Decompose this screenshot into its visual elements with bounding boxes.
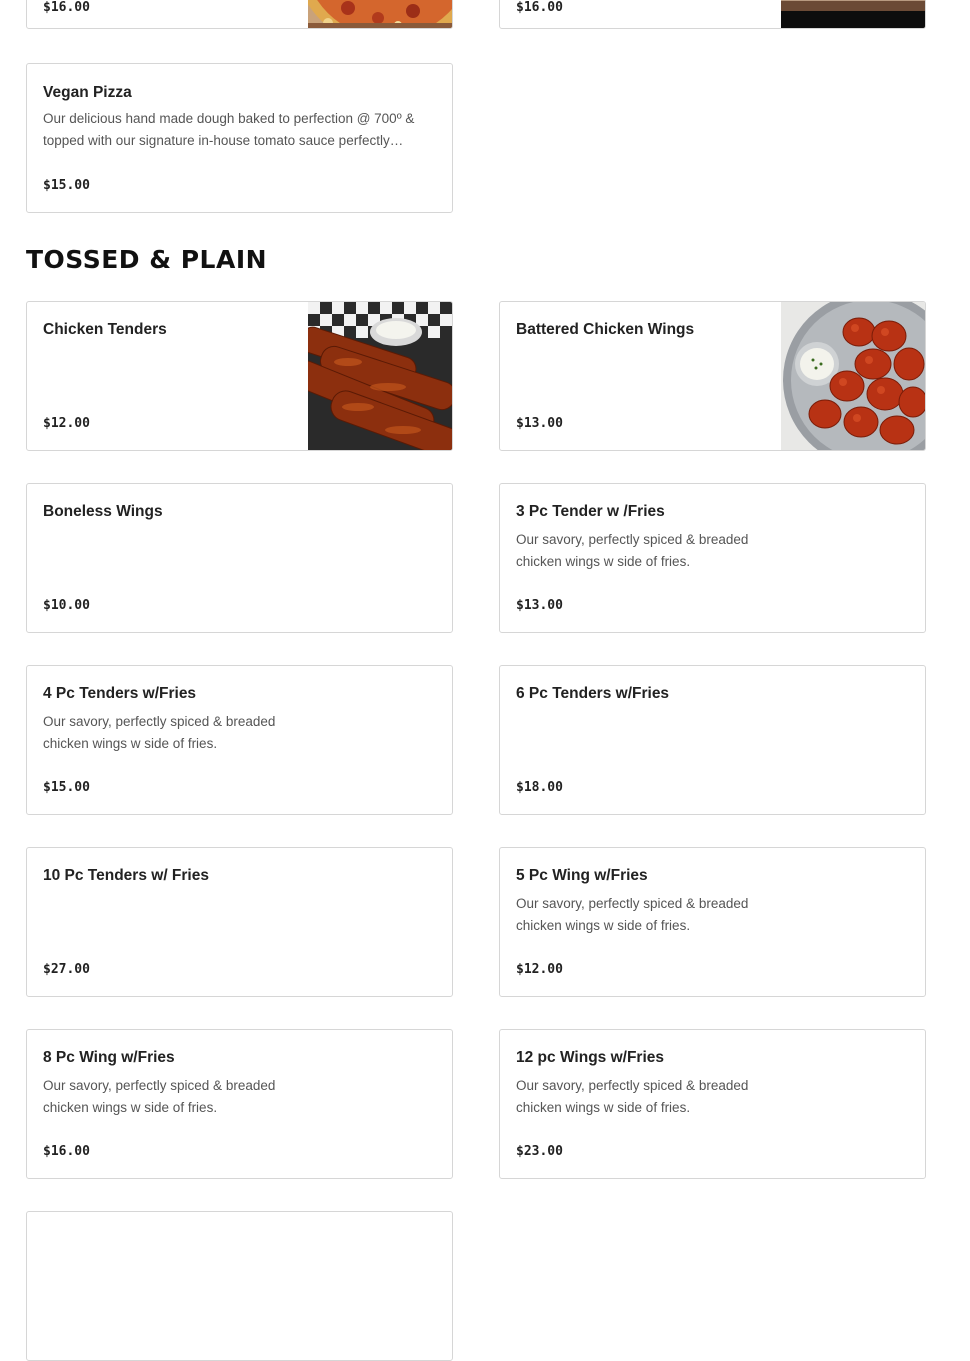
menu-item-card[interactable]: 3 Pc Tender w /Fries Our savory, perfect… — [499, 483, 926, 633]
item-name: 8 Pc Wing w/Fries — [43, 1049, 175, 1066]
pizza-photo — [781, 0, 925, 28]
item-price: $13.00 — [516, 416, 563, 431]
item-price: $15.00 — [43, 178, 90, 193]
menu-item-card[interactable]: Chicken Tenders $12.00 — [26, 301, 453, 451]
item-name: 5 Pc Wing w/Fries — [516, 867, 648, 884]
item-name: 10 Pc Tenders w/ Fries — [43, 867, 209, 884]
item-name: 12 pc Wings w/Fries — [516, 1049, 665, 1066]
menu-item-card[interactable]: $16.00 — [26, 0, 453, 29]
item-price: $16.00 — [516, 0, 563, 15]
menu-item-card[interactable]: 4 Pc Tenders w/Fries Our savory, perfect… — [26, 665, 453, 815]
item-name: 4 Pc Tenders w/Fries — [43, 685, 197, 702]
menu-item-card[interactable]: Vegan Pizza Our delicious hand made doug… — [26, 63, 453, 213]
item-description: Our savory, perfectly spiced & breaded c… — [516, 896, 749, 933]
item-price: $18.00 — [516, 780, 563, 795]
item-name: 3 Pc Tender w /Fries — [516, 503, 665, 520]
item-price: $12.00 — [516, 962, 563, 977]
item-price: $15.00 — [43, 780, 90, 795]
chicken-tenders-photo — [308, 302, 452, 450]
item-name: 6 Pc Tenders w/Fries — [516, 685, 670, 702]
pizza-photo — [308, 0, 452, 28]
item-description: Our savory, perfectly spiced & breaded c… — [43, 714, 276, 751]
item-description: Our savory, perfectly spiced & breaded c… — [516, 532, 749, 569]
item-description: Our delicious hand made dough baked to p… — [43, 111, 415, 148]
item-name: Chicken Tenders — [43, 321, 167, 338]
item-price: $16.00 — [43, 0, 90, 15]
item-price: $23.00 — [516, 1144, 563, 1159]
item-name: Boneless Wings — [43, 503, 163, 520]
section-title: TOSSED & PLAIN — [26, 245, 268, 274]
menu-item-card[interactable]: 8 Pc Wing w/Fries Our savory, perfectly … — [26, 1029, 453, 1179]
menu-item-card[interactable] — [26, 1211, 453, 1361]
menu-item-card[interactable]: $16.00 — [499, 0, 926, 29]
item-price: $16.00 — [43, 1144, 90, 1159]
item-description: Our savory, perfectly spiced & breaded c… — [516, 1078, 749, 1115]
item-price: $13.00 — [516, 598, 563, 613]
chicken-wings-photo — [781, 302, 925, 450]
menu-item-card[interactable]: 12 pc Wings w/Fries Our savory, perfectl… — [499, 1029, 926, 1179]
menu-item-card[interactable]: Battered Chicken Wings $13.00 — [499, 301, 926, 451]
item-description: Our savory, perfectly spiced & breaded c… — [43, 1078, 276, 1115]
menu-item-card[interactable]: 6 Pc Tenders w/Fries $18.00 — [499, 665, 926, 815]
item-price: $10.00 — [43, 598, 90, 613]
item-name: Vegan Pizza — [43, 84, 132, 101]
menu-item-card[interactable]: 5 Pc Wing w/Fries Our savory, perfectly … — [499, 847, 926, 997]
menu-item-card[interactable]: 10 Pc Tenders w/ Fries $27.00 — [26, 847, 453, 997]
item-price: $12.00 — [43, 416, 90, 431]
item-name: Battered Chicken Wings — [516, 321, 695, 338]
menu-item-card[interactable]: Boneless Wings $10.00 — [26, 483, 453, 633]
item-price: $27.00 — [43, 962, 90, 977]
